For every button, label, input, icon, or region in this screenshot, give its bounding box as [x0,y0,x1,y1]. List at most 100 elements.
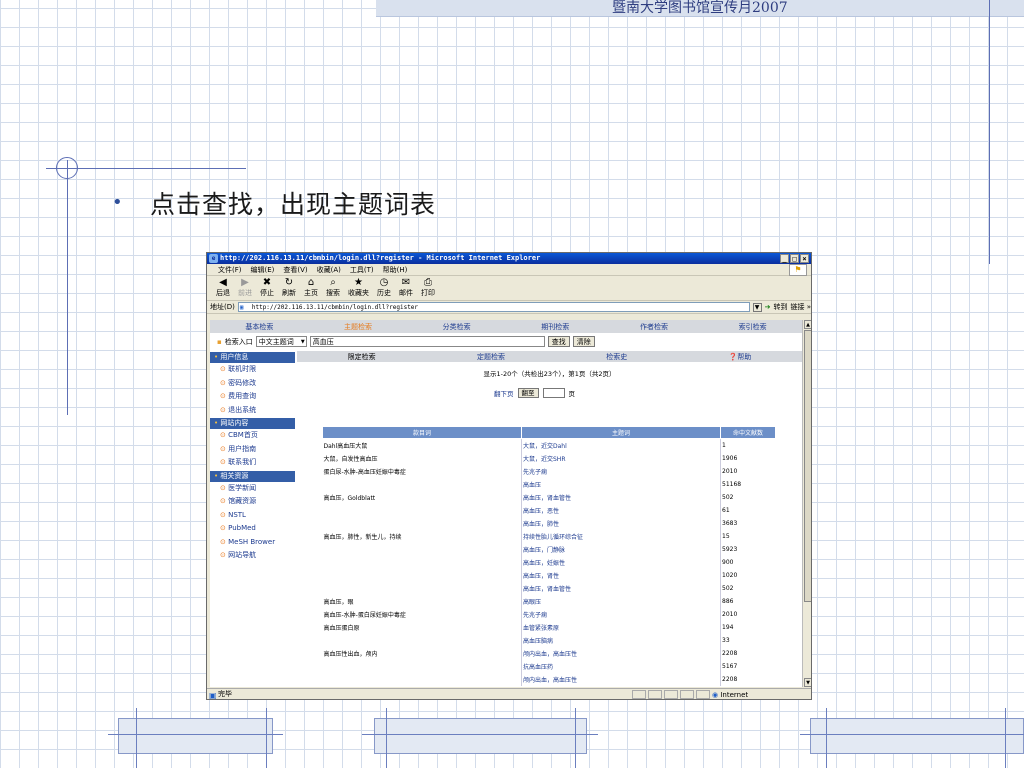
toolbar-label: 主页 [304,289,318,297]
toolbar-button-search[interactable]: ⌕ 搜索 [326,277,340,298]
address-bar: 地址(D) ▣ http://202.116.13.11/cbmbin/logi… [207,301,811,314]
sidebar-item[interactable]: 费用查询 [210,390,295,404]
cell-subject-term[interactable]: 高血压，恶性 [521,503,721,517]
menu-view[interactable]: 查看(V) [283,265,307,275]
address-input[interactable]: ▣ http://202.116.13.11/cbmbin/login.dll?… [237,302,750,312]
sidebar-section-header[interactable]: 用户信息 [210,352,295,363]
cell-entry-term: 高血压-水肿-蛋白尿妊娠中毒症 [323,611,406,619]
toolbar-button-forward[interactable]: ▶ 前进 [238,277,252,298]
topic-search-link[interactable]: 定题检索 [477,352,505,362]
cell-subject-term[interactable]: 持续性胎儿循环综合征 [521,529,721,543]
scroll-up-icon[interactable]: ▲ [804,320,811,329]
refresh-icon: ↻ [284,277,294,288]
cell-subject-term[interactable]: 大鼠，近交Dahl [521,438,721,452]
menu-file[interactable]: 文件(F) [218,265,242,275]
toolbar-button-refresh[interactable]: ↻ 刷新 [282,277,296,298]
sidebar-item[interactable]: PubMed [210,522,295,536]
decor-line [386,708,387,768]
ie-icon: e [209,254,218,263]
limit-search-link[interactable]: 限定检索 [348,352,376,362]
tab-subject-search[interactable]: 主题检索 [344,322,372,332]
sidebar-item[interactable]: 密码修改 [210,377,295,391]
history-icon: ◷ [379,277,389,288]
tab-classification-search[interactable]: 分类检索 [443,322,471,332]
cell-hit-count: 502 [722,493,734,501]
toolbar-button-back[interactable]: ◀ 后退 [216,277,230,298]
sidebar-item[interactable]: 用户指南 [210,443,295,457]
cell-subject-term[interactable]: 颅内出血，高血压性 [521,672,721,686]
toolbar-label: 刷新 [282,289,296,297]
sidebar-item[interactable]: 网站导航 [210,549,295,563]
sidebar-item[interactable]: MeSH Brower [210,536,295,550]
vertical-scrollbar[interactable]: ▲ ▼ [802,320,811,687]
find-button[interactable]: 查找 [547,336,570,347]
search-input[interactable]: 高血压 [309,336,545,347]
cell-subject-term[interactable]: 高血压 [521,477,721,491]
decor-box [118,718,273,754]
tab-index-search[interactable]: 索引检索 [739,322,767,332]
cell-subject-term[interactable]: 颅内出血，高血压性 [521,646,721,660]
cell-subject-term[interactable]: 高眼压 [521,594,721,608]
links-button[interactable]: 链接 » [790,302,811,312]
cell-subject-term[interactable]: 先兆子痫 [521,464,721,478]
decor-line [575,708,576,768]
jump-button[interactable]: 翻至 [517,388,539,398]
menu-tools[interactable]: 工具(T) [350,265,374,275]
cell-subject-term[interactable]: 高血压脑病 [521,633,721,647]
menu-edit[interactable]: 编辑(E) [251,265,275,275]
toolbar-button-stop[interactable]: ✖ 停止 [260,277,274,298]
cell-subject-term[interactable]: 高血压，肾血管性 [521,490,721,504]
cell-entry-term [323,543,522,556]
sidebar-item[interactable]: 联系我们 [210,456,295,470]
close-button[interactable]: × [800,254,809,263]
cell-subject-term[interactable]: 高血压，妊娠性 [521,555,721,569]
sidebar-item[interactable]: 馆藏资源 [210,495,295,509]
scroll-thumb[interactable] [804,330,811,602]
sidebar-item[interactable]: CBM首页 [210,429,295,443]
toolbar-label: 前进 [238,289,252,297]
cell-subject-term[interactable]: 高血压，门静脉 [521,542,721,556]
sidebar-item[interactable]: 退出系统 [210,404,295,418]
search-history-link[interactable]: 检索史 [606,352,627,362]
next-page-link[interactable]: 翻下页 [494,388,514,398]
toolbar-button-print[interactable]: ⎙ 打印 [421,277,435,298]
sidebar-section-header[interactable]: 网站内容 [210,418,295,429]
cell-entry-term: 高血压蛋白原 [323,624,360,632]
cell-subject-term[interactable]: 高血压，肾性 [521,568,721,582]
search-entry-label: 检索入口 [224,337,253,346]
sidebar-item[interactable]: NSTL [210,509,295,523]
cell-subject-term[interactable]: 大鼠，近交SHR [521,451,721,465]
page-number-input[interactable] [542,388,565,398]
toolbar-button-home[interactable]: ⌂ 主页 [304,277,318,298]
cell-subject-term[interactable]: 先兆子痫 [521,607,721,621]
sidebar-item[interactable]: 联机时限 [210,363,295,377]
cell-subject-term[interactable]: 高血压，肺性 [521,516,721,530]
tab-author-search[interactable]: 作者检索 [640,322,668,332]
toolbar-button-mail[interactable]: ✉ 邮件 [399,277,413,298]
toolbar-button-favorites[interactable]: ★ 收藏夹 [348,277,369,298]
scroll-down-icon[interactable]: ▼ [804,678,811,687]
cell-subject-term[interactable]: 血管紧张素原 [521,620,721,634]
cell-subject-term[interactable]: 抗高血压药 [521,659,721,673]
page-icon: ▣ [239,304,244,311]
menu-favorites[interactable]: 收藏(A) [317,265,341,275]
clear-button[interactable]: 清除 [572,336,595,347]
menu-help[interactable]: 帮助(H) [383,265,408,275]
maximize-button[interactable]: □ [790,254,799,263]
tab-basic-search[interactable]: 基本检索 [245,322,273,332]
sidebar-item[interactable]: 医学新闻 [210,482,295,496]
cell-subject-term[interactable]: 高血压，肾血管性 [521,581,721,595]
help-link[interactable]: ❓帮助 [729,352,752,362]
go-arrow-icon[interactable]: ➔ [765,303,771,311]
go-button[interactable]: 转到 [773,302,787,312]
toolbar-button-history[interactable]: ◷ 历史 [377,277,391,298]
decor-line [266,708,267,768]
print-icon: ⎙ [424,277,432,288]
slide-bullet-text: 点击查找，出现主题词表 [150,190,437,219]
tab-journal-search[interactable]: 期刊检索 [541,322,569,332]
cell-hit-count: 2010 [722,467,738,475]
minimize-button[interactable]: _ [780,254,789,263]
sidebar-section-header[interactable]: 相关资源 [210,470,295,482]
search-field-select[interactable]: 中文主题词 [255,336,307,347]
address-dropdown-icon[interactable]: ▼ [752,302,762,312]
